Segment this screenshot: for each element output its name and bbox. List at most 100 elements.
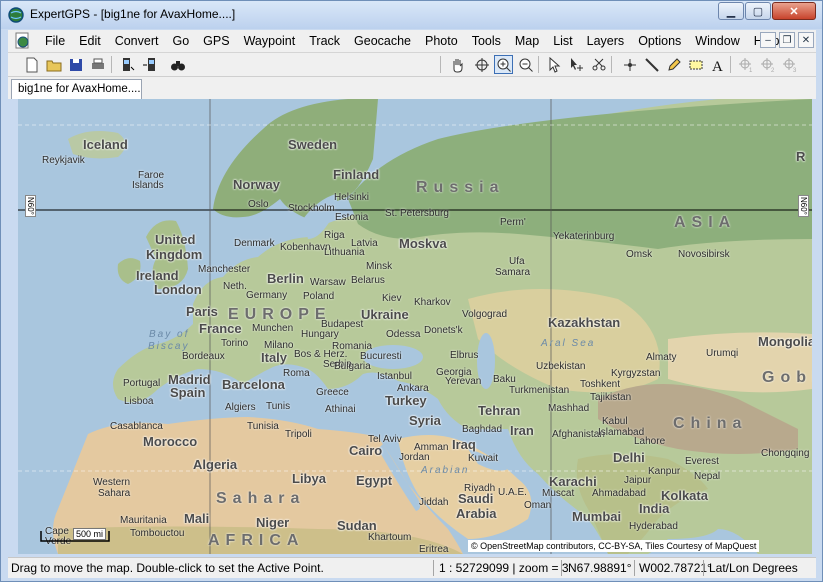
select-tool-button[interactable] (545, 55, 564, 74)
map-place-label: Jaipur (624, 475, 652, 486)
menu-waypoint[interactable]: Waypoint (237, 31, 303, 51)
map-place-label: Finland (333, 167, 380, 182)
status-format[interactable]: Lat/Lon Degrees (709, 561, 798, 575)
map-place-label: Oslo (248, 199, 269, 210)
waypoint-3-button[interactable]: 3 (780, 55, 799, 74)
route-tool-button[interactable] (642, 55, 661, 74)
document-globe-icon[interactable] (14, 32, 32, 50)
mdi-minimize-button[interactable]: – (760, 32, 776, 48)
map-place-label: Russia (416, 179, 505, 196)
map-place-label: Helsinki (334, 192, 370, 203)
menu-list[interactable]: List (546, 31, 579, 51)
map-place-label: Cairo (349, 443, 383, 458)
hand-tool-button[interactable] (448, 55, 467, 74)
arrow-pointer-icon (549, 56, 560, 73)
toolbar-separator (611, 56, 612, 73)
map-place-label: ASIA (674, 214, 737, 231)
dashed-rectangle-icon (689, 60, 702, 69)
map-place-label: Oman (524, 500, 552, 511)
map-place-label: Estonia (335, 212, 369, 223)
zoom-in-icon (497, 58, 511, 72)
menu-edit[interactable]: Edit (72, 31, 108, 51)
window-controls: ▁ ▢ ✕ (717, 2, 816, 22)
map-place-label: Elbrus (450, 350, 479, 361)
document-tab[interactable]: big1ne for AvaxHome.... (11, 79, 142, 99)
map-place-label: France (199, 321, 242, 336)
print-button[interactable] (88, 55, 107, 74)
receive-from-gps-button[interactable] (118, 55, 137, 74)
menu-track[interactable]: Track (302, 31, 347, 51)
area-tool-button[interactable] (686, 55, 705, 74)
menu-map[interactable]: Map (508, 31, 546, 51)
map-view[interactable]: Iceland Reykjavik Faroe Islands Sweden Finlan… (18, 99, 812, 554)
menu-layers[interactable]: Layers (580, 31, 632, 51)
center-tool-button[interactable] (472, 55, 491, 74)
menu-go[interactable]: Go (165, 31, 196, 51)
menu-gps[interactable]: GPS (196, 31, 236, 51)
pencil-tool-button[interactable] (664, 55, 683, 74)
map-place-label: Greece (316, 387, 349, 398)
menu-file[interactable]: File (38, 31, 72, 51)
add-waypoint-tool-button[interactable] (567, 55, 586, 74)
menu-convert[interactable]: Convert (108, 31, 166, 51)
send-to-gps-button[interactable] (140, 55, 159, 74)
toolbar-separator (730, 56, 731, 73)
target-3-icon: 3 (782, 57, 797, 73)
waypoint-1-button[interactable]: 1 (736, 55, 755, 74)
save-button[interactable] (66, 55, 85, 74)
map-place-label: Reykjavik (42, 155, 85, 166)
latitude-tag-right: N60° (798, 195, 809, 217)
map-tiles (18, 99, 812, 554)
zoom-in-button[interactable] (494, 55, 513, 74)
map-place-label: Kingdom (146, 247, 203, 262)
menu-tools[interactable]: Tools (465, 31, 508, 51)
mdi-restore-button[interactable]: ❐ (779, 32, 795, 48)
map-place-label: Gobi (762, 369, 812, 386)
text-tool-button[interactable]: A (708, 55, 727, 74)
map-place-label: Samara (495, 267, 531, 278)
status-latitude: N67.98891° (568, 561, 632, 575)
svg-text:2: 2 (771, 68, 775, 73)
waypoint-2-button[interactable]: 2 (758, 55, 777, 74)
hand-icon (453, 58, 462, 72)
map-place-label: Uzbekistan (536, 361, 586, 372)
toolbar-separator (111, 56, 112, 73)
scissors-tool-button[interactable] (589, 55, 608, 74)
new-file-button[interactable] (22, 55, 41, 74)
maximize-icon: ▢ (752, 5, 764, 18)
menu-options[interactable]: Options (631, 31, 688, 51)
map-place-label: Tajikistan (590, 392, 632, 403)
scale-label: 500 mi (73, 528, 107, 540)
maximize-button[interactable]: ▢ (745, 2, 771, 20)
map-place-label: Tripoli (285, 429, 312, 440)
map-place-label: Moskva (399, 236, 447, 251)
waypoint-tool-button[interactable] (620, 55, 639, 74)
menu-photo[interactable]: Photo (418, 31, 465, 51)
menu-window[interactable]: Window (688, 31, 746, 51)
map-place-label: Sudan (337, 518, 377, 533)
map-place-label: Hungary (301, 329, 339, 340)
map-place-label: Kyrgyzstan (611, 368, 661, 379)
map-place-label: Baku (493, 374, 516, 385)
waypoint-marker-icon (623, 58, 636, 71)
map-place-label: Berlin (267, 271, 304, 286)
map-place-label: Algeria (193, 457, 238, 472)
map-place-label: Everest (685, 456, 719, 467)
map-place-label: Western (93, 477, 131, 488)
title-bar[interactable]: ExpertGPS - [big1ne for AvaxHome....] ▁ … (1, 1, 822, 29)
open-folder-button[interactable] (44, 55, 63, 74)
pointer-plus-icon (570, 57, 583, 71)
close-icon: ✕ (789, 5, 799, 18)
map-place-label: Warsaw (310, 277, 346, 288)
close-button[interactable]: ✕ (772, 2, 816, 20)
map-place-label: Muscat (542, 488, 575, 499)
map-place-label: Hyderabad (629, 521, 678, 532)
map-place-label: Iran (510, 423, 534, 438)
minimize-button[interactable]: ▁ (718, 2, 744, 20)
map-attribution[interactable]: © OpenStreetMap contributors, CC-BY-SA, … (468, 540, 760, 552)
menu-geocache[interactable]: Geocache (347, 31, 418, 51)
zoom-out-button[interactable] (516, 55, 535, 74)
map-place-label: Turkmenistan (509, 385, 570, 396)
find-button[interactable] (168, 55, 187, 74)
mdi-close-button[interactable]: ✕ (798, 32, 814, 48)
